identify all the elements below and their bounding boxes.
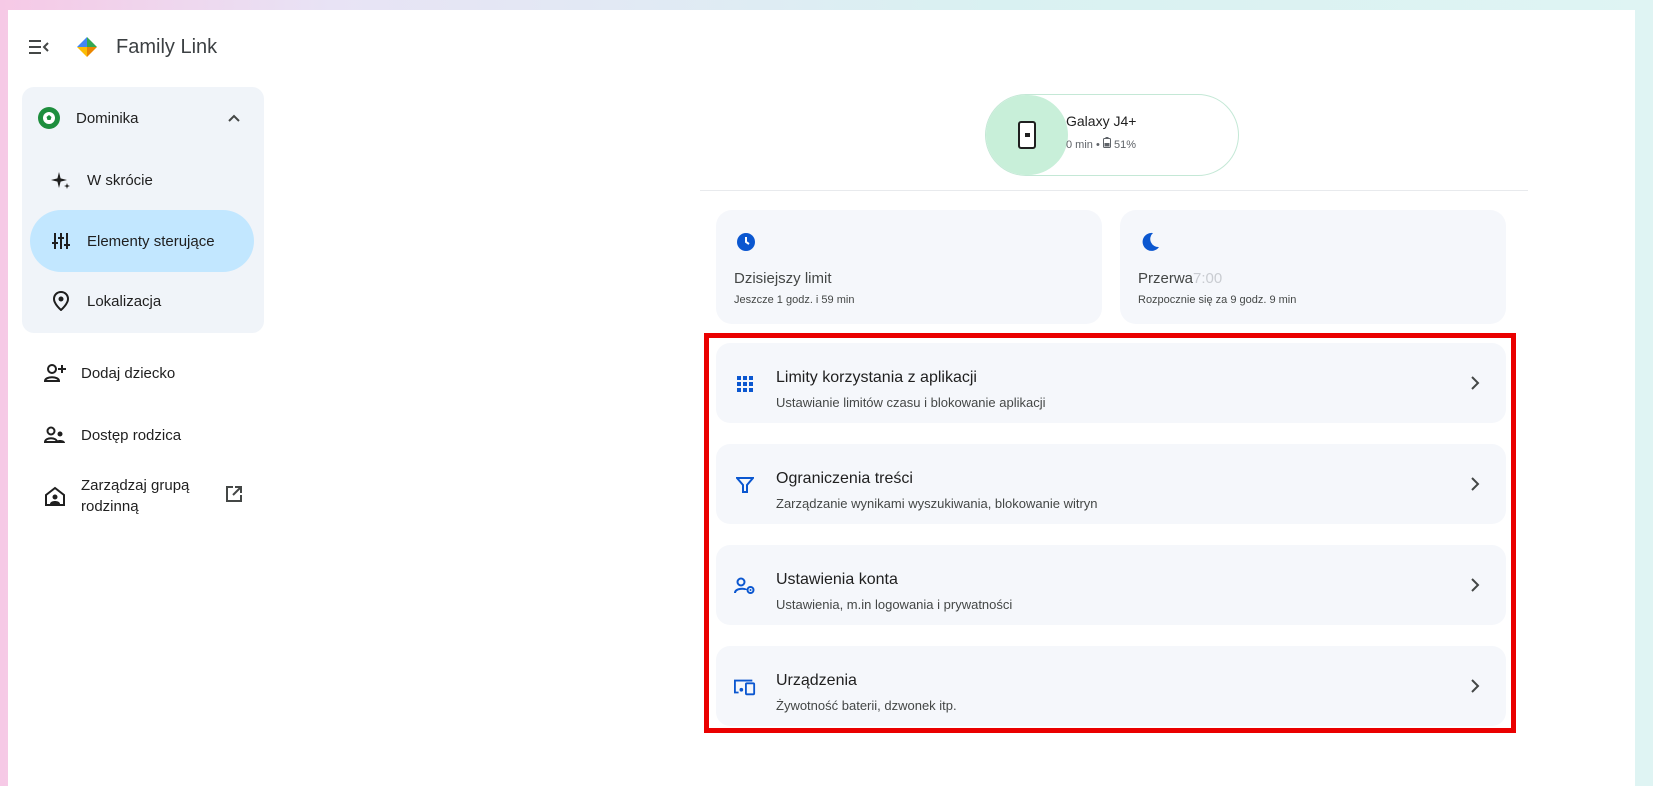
sidebar-item-label: W skrócie — [87, 171, 153, 189]
sidebar-item-controls[interactable]: Elementy sterujące — [50, 230, 215, 252]
sidebar-item-location[interactable]: Lokalizacja — [50, 290, 161, 312]
red-highlight-box — [704, 333, 1516, 733]
add-person-icon — [44, 362, 66, 384]
card-title-ghost: 7:00 — [1193, 270, 1223, 287]
app-header: Family Link — [28, 30, 217, 64]
device-name: Galaxy J4+ — [1066, 113, 1137, 129]
sidebar-item-label-line2: rodzinną — [81, 498, 139, 515]
soccer-ball-avatar — [38, 107, 60, 129]
card-subtitle: Rozpocznie się za 9 godz. 9 min — [1138, 294, 1297, 306]
child-selector[interactable]: Dominika — [38, 105, 248, 131]
device-screen-time: 0 min — [1066, 139, 1093, 151]
sidebar-item-label: Elementy sterujące — [87, 232, 215, 250]
card-title: Dzisiejszy limit — [734, 270, 832, 287]
menu-open-icon[interactable] — [28, 36, 50, 58]
downtime-card[interactable]: Przerwa7:00 Rozpocznie się za 9 godz. 9 … — [1120, 210, 1506, 324]
device-icon-circle — [986, 95, 1068, 175]
device-stats: 0 min • 51% — [1066, 137, 1136, 151]
supervisor-icon — [44, 424, 66, 446]
child-name: Dominika — [76, 109, 139, 127]
sidebar-item-label-line1: Zarządzaj grupą — [81, 477, 190, 494]
device-selector[interactable]: Galaxy J4+ 0 min • 51% — [985, 94, 1239, 176]
family-home-icon — [44, 485, 66, 507]
battery-icon — [1102, 137, 1114, 151]
sidebar-item-overview[interactable]: W skrócie — [50, 169, 153, 191]
open-in-new-icon[interactable] — [225, 485, 243, 503]
divider — [700, 190, 1528, 191]
sidebar-item-label: Dostęp rodzica — [81, 426, 182, 444]
card-title: Przerwa7:00 — [1138, 270, 1222, 287]
clock-icon — [736, 232, 756, 252]
device-battery: 51% — [1113, 139, 1136, 151]
family-link-logo — [76, 36, 98, 58]
sidebar-item-label: Zarządzaj grupą rodzinną — [81, 475, 189, 517]
chevron-up-icon[interactable] — [228, 109, 240, 127]
phone-icon — [1018, 121, 1036, 149]
stat-separator: • — [1095, 139, 1100, 151]
location-pin-icon — [50, 290, 72, 312]
sidebar-item-label: Lokalizacja — [87, 292, 162, 310]
daily-limit-card[interactable]: Dzisiejszy limit Jeszcze 1 godz. i 59 mi… — [716, 210, 1102, 324]
tune-icon — [50, 230, 72, 252]
card-subtitle: Jeszcze 1 godz. i 59 min — [734, 294, 855, 306]
moon-icon — [1140, 232, 1160, 252]
sidebar-item-family-group[interactable]: Zarządzaj grupą rodzinną — [44, 475, 189, 517]
app-title: Family Link — [116, 35, 218, 58]
sparkle-icon — [50, 169, 72, 191]
sidebar-item-parent-access[interactable]: Dostęp rodzica — [44, 424, 181, 446]
sidebar-item-label: Dodaj dziecko — [81, 364, 176, 382]
sidebar-item-add-child[interactable]: Dodaj dziecko — [44, 362, 175, 384]
card-title-text: Przerwa — [1138, 270, 1194, 287]
